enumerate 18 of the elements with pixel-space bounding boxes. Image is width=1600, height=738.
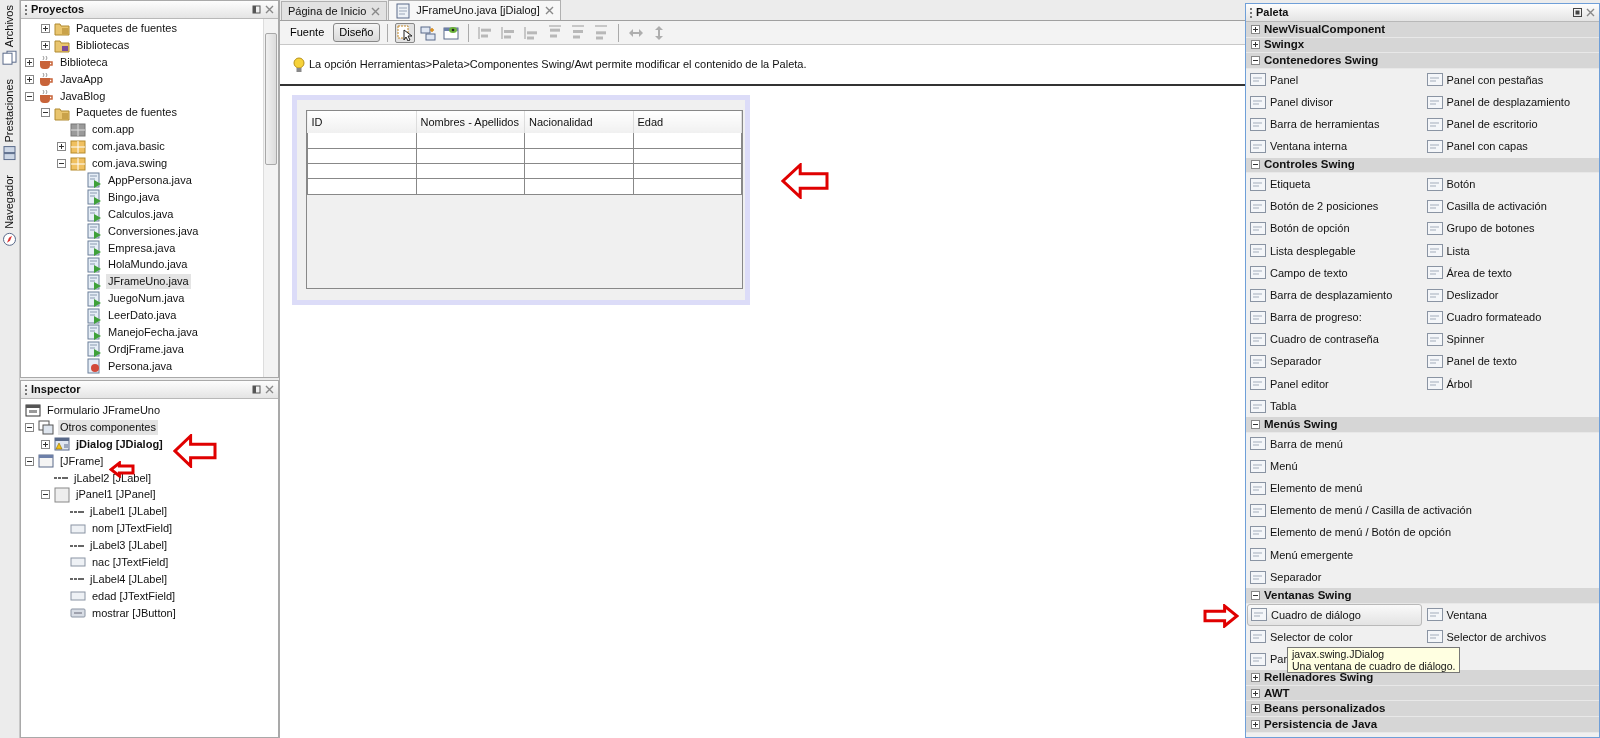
panel-title: Proyectos: [31, 2, 86, 18]
tooltip-text: Una ventana de cuadro de diálogo.: [1292, 660, 1456, 672]
tab-label: Página de Inicio: [288, 3, 367, 19]
category-title: NewVisualComponent: [1264, 21, 1386, 37]
category-title: Beans personalizados: [1264, 701, 1386, 717]
category-title: Rellenadores Swing: [1264, 670, 1374, 685]
category-title: Ventanas Swing: [1264, 587, 1352, 603]
category-title: Contenedores Swing: [1264, 52, 1379, 68]
panel-title: Inspector: [31, 382, 82, 398]
panel-title: Paleta: [1256, 5, 1290, 21]
category-title: Menús Swing: [1264, 416, 1338, 432]
category-title: Controles Swing: [1264, 157, 1355, 173]
category-title: AWT: [1264, 685, 1290, 701]
category-title: Persistencia de Java: [1264, 716, 1378, 732]
category-title: Swingx: [1264, 37, 1305, 53]
hint-text: La opción Herramientas>Paleta>Componentes Swing/Awt permite modificar el contenido de la Paleta.: [309, 57, 807, 73]
tooltip-title: javax.swing.JDialog: [1292, 648, 1386, 660]
tab-label: JFrameUno.java [jDialog]: [416, 3, 540, 19]
